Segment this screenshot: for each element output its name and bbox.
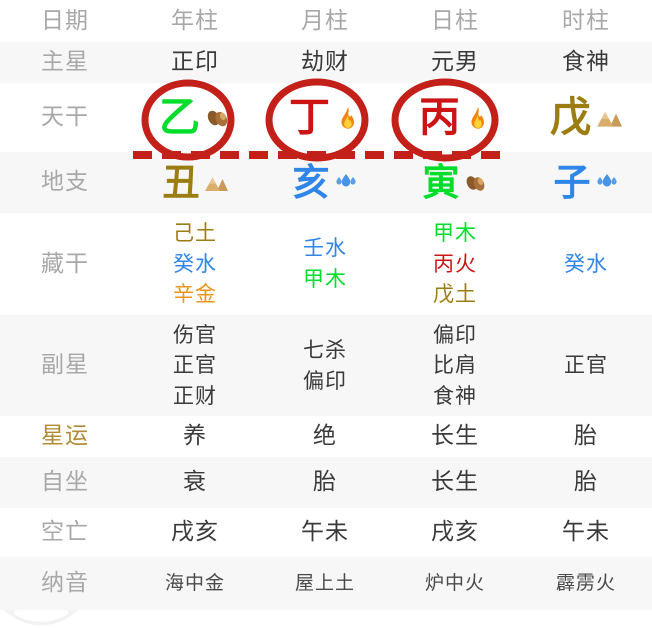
- star-fortune-month: 绝: [313, 423, 337, 450]
- table-row-hidden-stems: 藏干 己土 癸水 辛金 壬水 甲木 甲木 丙火 戊土 癸水: [0, 213, 652, 315]
- row-label-main-star: 主星: [41, 49, 89, 76]
- nayin-day: 炉中火: [424, 571, 485, 594]
- water-drop-icon: [595, 171, 619, 195]
- stem-glyph-year: 乙: [159, 93, 200, 142]
- bazi-table: 日期 年柱 月柱 日柱 时柱 主星 正印 劫财 元男 食神 天干 乙 丁 丙 戊…: [0, 0, 652, 610]
- earthly-branch-month: 亥: [260, 152, 390, 213]
- sub-star-item: 七杀: [303, 337, 347, 362]
- star-fortune-hour: 胎: [574, 423, 598, 450]
- void-emptiness-day: 戌亥: [431, 519, 479, 546]
- table-row-main-star: 主星 正印 劫财 元男 食神: [0, 42, 652, 83]
- main-star-day: 元男: [431, 49, 479, 76]
- sub-stars-month: 七杀 偏印: [260, 315, 390, 416]
- hidden-stem-item: 壬水: [303, 236, 347, 261]
- sub-star-item: 偏印: [433, 322, 477, 347]
- hidden-stem-item: 癸水: [564, 251, 608, 276]
- branch-glyph-day: 寅: [422, 160, 460, 204]
- column-header-year: 年柱: [171, 7, 219, 34]
- stem-glyph-hour: 戊: [550, 93, 591, 142]
- row-label-hidden-stem: 藏干: [41, 250, 89, 277]
- column-header-month: 月柱: [301, 7, 349, 34]
- row-label-nayin: 纳音: [41, 570, 89, 597]
- wood-log-icon: [205, 105, 231, 131]
- hidden-stems-hour: 癸水: [520, 213, 652, 315]
- main-star-month: 劫财: [301, 49, 349, 76]
- column-header-hour: 时柱: [562, 7, 610, 34]
- row-label-heavenly-stem: 天干: [41, 104, 89, 131]
- hidden-stem-item: 己土: [173, 221, 217, 246]
- hidden-stem-item: 辛金: [173, 282, 217, 307]
- row-label-self-sitting: 自坐: [41, 469, 89, 496]
- star-fortune-day: 长生: [431, 423, 479, 450]
- earthly-branch-year: 丑: [130, 152, 260, 213]
- hidden-stem-item: 癸水: [173, 251, 217, 276]
- sub-star-item: 正官: [564, 353, 608, 378]
- hidden-stem-item: 丙火: [433, 251, 477, 276]
- table-row-sub-stars: 副星 伤官 正官 正财 七杀 偏印 偏印 比肩 食神 正官: [0, 315, 652, 416]
- table-row-star-fortune: 星运 养 绝 长生 胎: [0, 416, 652, 457]
- branch-glyph-month: 亥: [292, 160, 330, 204]
- main-star-year: 正印: [171, 49, 219, 76]
- sub-stars-year: 伤官 正官 正财: [130, 315, 260, 416]
- self-sitting-hour: 胎: [574, 469, 598, 496]
- row-label-star-fortune: 星运: [41, 423, 89, 450]
- nayin-hour: 霹雳火: [555, 571, 616, 594]
- column-header-day: 日柱: [431, 7, 479, 34]
- hidden-stem-item: 戊土: [433, 282, 477, 307]
- row-label-earthly-branch: 地支: [41, 169, 89, 196]
- hidden-stem-item: 甲木: [303, 267, 347, 291]
- self-sitting-day: 长生: [431, 469, 479, 496]
- void-emptiness-hour: 午未: [562, 519, 610, 546]
- nayin-year: 海中金: [164, 571, 225, 594]
- fire-icon: [465, 105, 491, 131]
- branch-glyph-year: 丑: [162, 160, 200, 204]
- row-label-date: 日期: [41, 7, 89, 34]
- sub-stars-day: 偏印 比肩 食神: [390, 315, 520, 416]
- nayin-month: 屋上土: [294, 571, 355, 594]
- heavenly-stem-day: 丙: [390, 83, 520, 152]
- heavenly-stem-month: 丁: [260, 83, 390, 152]
- star-fortune-year: 养: [183, 423, 207, 450]
- row-label-sub-star: 副星: [41, 352, 89, 379]
- sub-star-item: 正财: [173, 383, 217, 408]
- table-row-nayin: 纳音 海中金 屋上土 炉中火 霹雳火: [0, 557, 652, 610]
- heavenly-stem-hour: 戊: [520, 83, 652, 152]
- table-row-void-emptiness: 空亡 戌亥 午未 戌亥 午未: [0, 508, 652, 557]
- sub-star-item: 正官: [173, 353, 217, 378]
- wood-log-icon: [464, 171, 488, 195]
- branch-glyph-hour: 子: [553, 160, 591, 204]
- hidden-stem-item: 甲木: [433, 221, 477, 246]
- row-label-void-emptiness: 空亡: [41, 519, 89, 546]
- table-row-heavenly-stems: 天干 乙 丁 丙 戊: [0, 83, 652, 152]
- self-sitting-month: 胎: [313, 469, 337, 496]
- table-row-date: 日期 年柱 月柱 日柱 时柱: [0, 0, 652, 42]
- main-star-hour: 食神: [562, 49, 610, 76]
- sub-stars-hour: 正官: [520, 315, 652, 416]
- water-drop-icon: [334, 171, 358, 195]
- stem-glyph-month: 丁: [289, 93, 330, 142]
- hidden-stems-year: 己土 癸水 辛金: [130, 213, 260, 315]
- hidden-stems-day: 甲木 丙火 戊土: [390, 213, 520, 315]
- sub-star-item: 食神: [433, 383, 477, 408]
- table-row-self-sitting: 自坐 衰 胎 长生 胎: [0, 457, 652, 508]
- earthly-branch-day: 寅: [390, 152, 520, 213]
- earthly-branch-hour: 子: [520, 152, 652, 213]
- void-emptiness-year: 戌亥: [171, 519, 219, 546]
- table-row-earthly-branches: 地支 丑 亥 寅 子: [0, 152, 652, 213]
- hidden-stems-month: 壬水 甲木: [260, 213, 390, 315]
- stem-glyph-day: 丙: [419, 93, 460, 142]
- mountain-icon: [596, 105, 622, 131]
- mountain-icon: [204, 171, 228, 195]
- sub-star-item: 偏印: [303, 368, 347, 393]
- fire-icon: [335, 105, 361, 131]
- heavenly-stem-year: 乙: [130, 83, 260, 152]
- sub-star-item: 比肩: [433, 353, 477, 378]
- bazi-chart-screen: 日期 年柱 月柱 日柱 时柱 主星 正印 劫财 元男 食神 天干 乙 丁 丙 戊…: [0, 0, 652, 626]
- void-emptiness-month: 午未: [301, 519, 349, 546]
- sub-star-item: 伤官: [173, 322, 217, 347]
- self-sitting-year: 衰: [183, 469, 207, 496]
